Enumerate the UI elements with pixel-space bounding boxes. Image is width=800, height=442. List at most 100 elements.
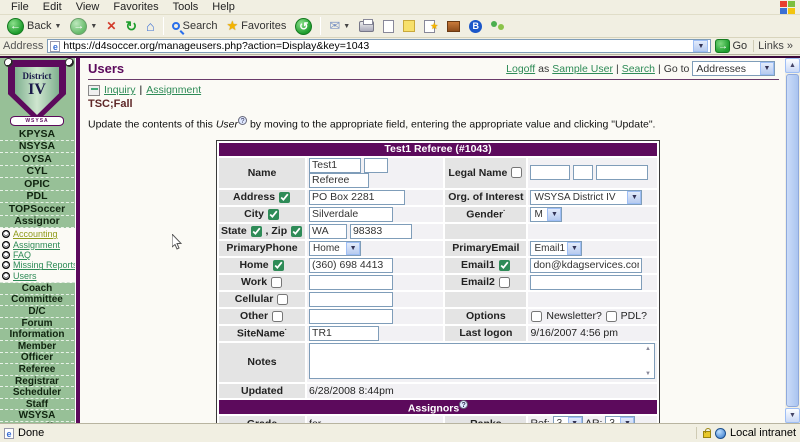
primaryemail-select[interactable]: Email1 ▼	[530, 241, 582, 256]
gender-select[interactable]: M ▼	[530, 207, 562, 222]
legal-middle-input[interactable]	[573, 165, 593, 180]
menu-help[interactable]: Help	[205, 0, 242, 14]
go-button[interactable]: → Go	[715, 39, 747, 53]
sidebar-item-dc[interactable]: D/C	[0, 306, 74, 318]
sidebar-item-cyl[interactable]: CYL	[0, 166, 74, 179]
org-select[interactable]: WSYSA District IV ▼	[530, 190, 642, 205]
last-name-input[interactable]	[309, 173, 369, 188]
submenu-item-missing-reports[interactable]: Missing Reports	[2, 260, 80, 270]
sidebar-item-scheduler[interactable]: Scheduler	[0, 387, 74, 399]
address-input[interactable]	[309, 190, 405, 205]
page-scrollbar[interactable]: ▲ ▼	[785, 58, 800, 423]
notes-textarea[interactable]	[309, 343, 655, 379]
pdl-checkbox[interactable]	[606, 311, 617, 322]
assignment-link[interactable]: Assignment	[146, 84, 201, 96]
address-checkbox[interactable]	[279, 192, 290, 203]
first-name-input[interactable]	[309, 158, 361, 173]
research-button[interactable]	[444, 20, 463, 33]
sidebar-item-staff[interactable]: Staff	[0, 399, 74, 411]
legal-last-input[interactable]	[596, 165, 648, 180]
sample-user-link[interactable]: Sample User	[552, 63, 613, 75]
sidebar-item-assignor[interactable]: Assignor	[0, 216, 74, 229]
mail-button[interactable]: ✉▼	[326, 17, 353, 35]
email1-checkbox[interactable]	[499, 260, 510, 271]
address-field[interactable]: e https://d4soccer.org/manageusers.php?a…	[47, 39, 711, 53]
forward-button[interactable]: → ▼	[67, 17, 100, 36]
menu-view[interactable]: View	[69, 0, 107, 14]
back-button[interactable]: ← Back ▼	[4, 17, 64, 36]
sidebar-item-officer[interactable]: Officer	[0, 353, 74, 365]
ar-rank-select[interactable]: 3 ▼	[605, 416, 635, 423]
state-checkbox[interactable]	[251, 226, 262, 237]
bluetooth-button[interactable]: B	[466, 19, 485, 34]
sidebar-item-oysa[interactable]: OYSA	[0, 153, 74, 166]
cellular-phone-input[interactable]	[309, 292, 393, 307]
home-button[interactable]: ⌂	[143, 18, 157, 34]
logoff-link[interactable]: Logoff	[506, 63, 535, 75]
search-link[interactable]: Search	[622, 63, 655, 75]
menu-favorites[interactable]: Favorites	[106, 0, 165, 14]
home-phone-input[interactable]	[309, 258, 393, 273]
refresh-button[interactable]: ↻	[122, 18, 140, 34]
sidebar-item-member[interactable]: Member	[0, 341, 74, 353]
middle-name-input[interactable]	[364, 158, 388, 173]
other-phone-input[interactable]	[309, 309, 393, 324]
sidebar-item-information[interactable]: Information	[0, 329, 74, 341]
sidebar-item-referee[interactable]: Referee	[0, 364, 74, 376]
goto-select[interactable]: Addresses ▼	[692, 61, 775, 76]
links-button[interactable]: Links »	[753, 40, 797, 52]
home-checkbox[interactable]	[273, 260, 284, 271]
back-dropdown-icon[interactable]: ▼	[54, 23, 61, 30]
cellular-checkbox[interactable]	[277, 294, 288, 305]
forward-dropdown-icon[interactable]: ▼	[90, 23, 97, 30]
address-dropdown-icon[interactable]: ▼	[693, 40, 708, 52]
edit-button[interactable]	[380, 19, 397, 34]
city-input[interactable]	[309, 207, 393, 222]
sidebar-item-committee[interactable]: Committee	[0, 295, 74, 307]
sidebar-item-topsoccer[interactable]: TOPSoccer	[0, 203, 74, 216]
email2-input[interactable]	[530, 275, 642, 290]
sidebar-item-forum[interactable]: Forum	[0, 318, 74, 330]
email2-checkbox[interactable]	[499, 277, 510, 288]
history-button[interactable]: ↺	[292, 17, 315, 36]
help-icon[interactable]: ?	[459, 400, 468, 409]
submenu-item-assignment[interactable]: Assignment	[2, 239, 80, 249]
address-url[interactable]: https://d4soccer.org/manageusers.php?act…	[63, 40, 690, 52]
inquiry-link[interactable]: Inquiry	[104, 84, 136, 96]
city-checkbox[interactable]	[268, 209, 279, 220]
menu-tools[interactable]: Tools	[166, 0, 206, 14]
work-phone-input[interactable]	[309, 275, 393, 290]
sitename-input[interactable]	[309, 326, 379, 341]
favorites-button[interactable]: ★ Favorites	[223, 17, 289, 35]
print-button[interactable]	[356, 20, 377, 33]
submenu-item-faq[interactable]: FAQ	[2, 250, 80, 260]
zip-checkbox[interactable]	[291, 226, 302, 237]
scrollbar-thumb[interactable]	[786, 74, 799, 407]
work-checkbox[interactable]	[271, 277, 282, 288]
email1-input[interactable]	[530, 258, 642, 273]
sidebar-item-opic[interactable]: OPIC	[0, 178, 74, 191]
help-icon[interactable]: ?	[238, 116, 247, 125]
discuss-button[interactable]	[400, 19, 418, 33]
legal-name-checkbox[interactable]	[511, 167, 522, 178]
sidebar-item-wsysa[interactable]: WSYSA	[0, 410, 74, 422]
sidebar-item-registrar[interactable]: Registrar	[0, 376, 74, 388]
messenger-button[interactable]	[488, 19, 507, 34]
sidebar-item-coach[interactable]: Coach	[0, 283, 74, 295]
add-favorite-button[interactable]: ★	[421, 19, 441, 34]
stop-button[interactable]: ✕	[103, 19, 119, 33]
zip-input[interactable]	[350, 224, 412, 239]
ref-rank-select[interactable]: 3 ▼	[553, 416, 583, 423]
sidebar-item-nsysa[interactable]: NSYSA	[0, 141, 74, 154]
menu-file[interactable]: File	[4, 0, 36, 14]
textarea-scroll-icons[interactable]: ▲▼	[643, 346, 653, 377]
submenu-item-accounting[interactable]: Accounting	[2, 229, 80, 239]
legal-first-input[interactable]	[530, 165, 570, 180]
sidebar-item-kpysa[interactable]: KPYSA	[0, 128, 74, 141]
search-button[interactable]: Search	[169, 19, 221, 33]
other-checkbox[interactable]	[272, 311, 283, 322]
primaryphone-select[interactable]: Home ▼	[309, 241, 361, 256]
newsletter-checkbox[interactable]	[531, 311, 542, 322]
scroll-up-icon[interactable]: ▲	[785, 58, 800, 73]
state-input[interactable]	[309, 224, 347, 239]
